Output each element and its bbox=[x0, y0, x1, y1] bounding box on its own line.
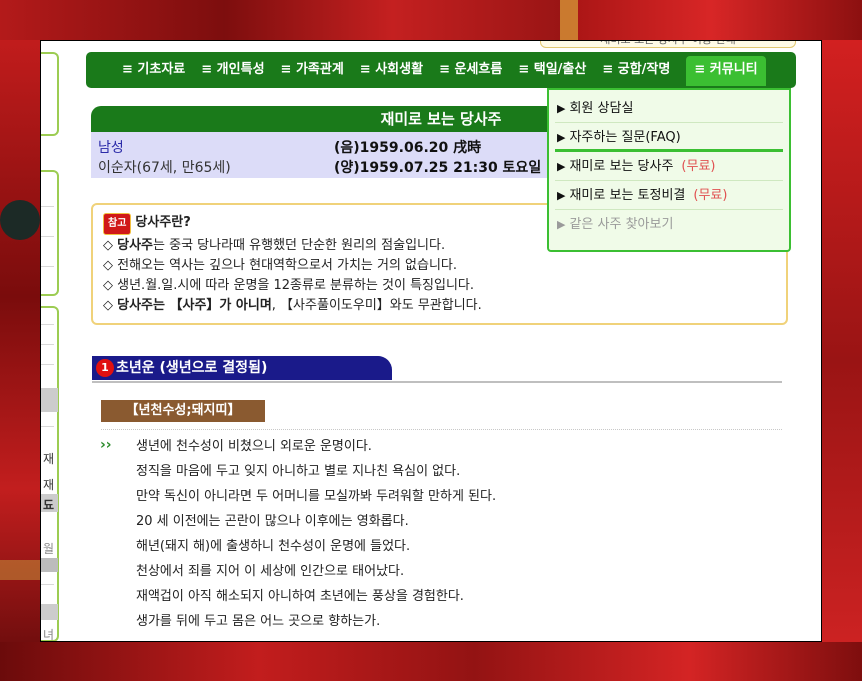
nav-item-social[interactable]: ≡ 사회생활 bbox=[360, 56, 423, 84]
community-dropdown: ▶ 회원 상담실 ▶ 자주하는 질문(FAQ) ▶ 재미로 보는 당사주 (무료) ▶ 재… bbox=[547, 88, 791, 252]
fortune-line: 만약 독신이 아니라면 두 어머니를 모실까봐 두려워할 만하게 된다. bbox=[136, 489, 497, 504]
solar-date: (양)1959.07.25 21:30 토요일 bbox=[334, 160, 542, 176]
note-line: ◇ 생년.월.일.시에 따라 운명을 12종류로 분류하는 것이 특징입니다. bbox=[103, 278, 475, 293]
sidebar-box bbox=[40, 52, 59, 136]
triangle-right-icon: ▶ bbox=[557, 189, 566, 202]
nav-item-personal[interactable]: ≡ 개인특성 bbox=[201, 56, 264, 84]
main-page: 재미로 보는 당사주 이용 안내 재 재 됴 월 녀 ≡ 기초자료 ≡ bbox=[40, 40, 822, 642]
divider bbox=[101, 429, 782, 430]
fortune-line: 정직을 마음에 두고 잊지 아니하고 별로 지나친 욕심이 없다. bbox=[136, 464, 461, 479]
free-label: (무료) bbox=[681, 159, 716, 174]
lunar-date: (음)1959.06.20 戌時 bbox=[334, 140, 482, 156]
nav-item-date-birth[interactable]: ≡ 택일/출산 bbox=[518, 56, 586, 84]
note-tag: 참고 bbox=[103, 213, 132, 235]
left-sidebar: 재 재 됴 월 녀 bbox=[40, 40, 60, 642]
menu-item-dangsaju[interactable]: ▶ 재미로 보는 당사주 (무료) bbox=[555, 152, 783, 181]
free-label: (무료) bbox=[693, 188, 728, 203]
nav-item-compat-naming[interactable]: ≡ 궁합/작명 bbox=[602, 56, 670, 84]
fortune-line: 생년에 천수성이 비쳤으니 외로운 운명이다. bbox=[136, 439, 372, 454]
section-title: 초년운 (생년으로 결정됨) bbox=[116, 360, 268, 376]
sidebar-box bbox=[40, 170, 59, 296]
person-name: 이순자(67세, 만65세) bbox=[98, 160, 231, 176]
triangle-right-icon: ▶ bbox=[557, 160, 566, 173]
fortune-line: 재액겁이 아직 해소되지 아니하여 초년에는 풍상을 경험한다. bbox=[136, 589, 464, 604]
sidebar-char: 재 bbox=[42, 478, 54, 492]
fortune-line: 20 세 이전에는 곤란이 많으나 이후에는 영화롭다. bbox=[136, 514, 409, 529]
sub-title: 【년천수성;돼지띠】 bbox=[101, 400, 265, 422]
fortune-line: 천상에서 죄를 지어 이 세상에 인간으로 태어났다. bbox=[136, 564, 405, 579]
triangle-right-icon: ▶ bbox=[557, 218, 566, 231]
note-line: ◇ 당사주는 【사주】가 아니며, 【사주풀이도우미】와도 무관합니다. bbox=[103, 298, 482, 313]
double-chevron-icon: ›› bbox=[100, 437, 112, 453]
fortune-line: 해년(돼지 해)에 출생하니 천수성이 운명에 들었다. bbox=[136, 539, 411, 554]
main-nav: ≡ 기초자료 ≡ 개인특성 ≡ 가족관계 ≡ 사회생활 ≡ 운세흐름 ≡ 택일/… bbox=[86, 52, 796, 88]
triangle-right-icon: ▶ bbox=[557, 131, 566, 144]
menu-item-tojeong[interactable]: ▶ 재미로 보는 토정비결 (무료) bbox=[555, 181, 783, 210]
section-number: 1 bbox=[96, 359, 114, 377]
menu-item-faq[interactable]: ▶ 자주하는 질문(FAQ) bbox=[555, 123, 783, 152]
nav-item-fortune-flow[interactable]: ≡ 운세흐름 bbox=[439, 56, 502, 84]
note-heading: 당사주란? bbox=[135, 215, 191, 230]
fortune-text: ›› 생년에 천수성이 비쳤으니 외로운 운명이다. 정직을 마음에 두고 잊지… bbox=[100, 434, 780, 634]
sidebar-char: 월 bbox=[42, 542, 54, 556]
sidebar-box: 재 재 됴 월 녀 bbox=[40, 306, 59, 642]
nav-item-basic[interactable]: ≡ 기초자료 bbox=[122, 56, 185, 84]
menu-item-same-saju[interactable]: ▶ 같은 사주 찾아보기 bbox=[555, 210, 783, 239]
nav-item-family[interactable]: ≡ 가족관계 bbox=[281, 56, 344, 84]
divider bbox=[92, 381, 782, 383]
sidebar-char: 재 bbox=[42, 452, 54, 466]
gender: 남성 bbox=[98, 140, 124, 156]
fortune-line: 생가를 뒤에 두고 몸은 어느 곳으로 향하는가. bbox=[136, 614, 381, 629]
section-header: 1 초년운 (생년으로 결정됨) bbox=[92, 356, 392, 380]
triangle-right-icon: ▶ bbox=[557, 102, 566, 115]
sidebar-char: 녀 bbox=[42, 628, 54, 642]
top-info-bar: 재미로 보는 당사주 이용 안내 bbox=[540, 40, 796, 48]
note-line: ◇ 전해오는 역사는 깊으나 현대역학으로서 가치는 거의 없습니다. bbox=[103, 258, 458, 273]
sidebar-char: 됴 bbox=[42, 498, 54, 512]
nav-item-community[interactable]: ≡ 커뮤니티 bbox=[686, 56, 766, 86]
menu-item-member-consult[interactable]: ▶ 회원 상담실 bbox=[555, 94, 783, 123]
